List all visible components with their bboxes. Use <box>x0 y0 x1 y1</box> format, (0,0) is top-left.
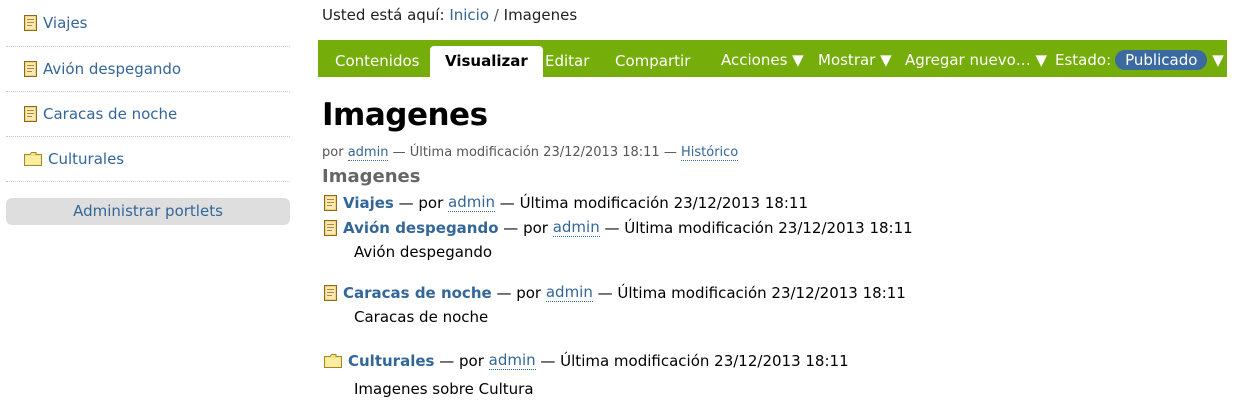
history-link[interactable]: Histórico <box>680 145 739 161</box>
item-description: Imagenes sobre Cultura <box>354 380 534 398</box>
sidebar-item-label: Avión despegando <box>43 60 182 78</box>
item-title-link[interactable]: Culturales <box>348 352 434 370</box>
item-author-link[interactable]: admin <box>488 351 536 370</box>
item-modified: — Última modificación 23/12/2013 18:11 <box>599 218 913 237</box>
sidebar: Viajes Avión despegando Caracas de noche… <box>6 0 290 225</box>
tab-editar[interactable]: Editar <box>530 46 604 77</box>
byline-by: por <box>322 145 344 160</box>
page-icon <box>24 15 37 31</box>
add-new-menu[interactable]: Agregar nuevo… ▼ <box>905 46 1047 74</box>
folder-icon <box>24 152 42 166</box>
item-separator: — por <box>491 283 546 302</box>
breadcrumb-prefix: Usted está aquí: <box>322 6 445 24</box>
page-title: Imagenes <box>322 97 488 133</box>
item-author-link[interactable]: admin <box>545 283 593 302</box>
item-description: Avión despegando <box>354 243 493 261</box>
sidebar-item-avion-despegando[interactable]: Avión despegando <box>6 47 290 92</box>
breadcrumb-home-link[interactable]: Inicio <box>449 6 489 24</box>
breadcrumb-separator: / <box>493 6 499 24</box>
item-author-link[interactable]: admin <box>448 193 496 212</box>
item-modified: — Última modificación 23/12/2013 18:11 <box>495 193 809 212</box>
list-item: Caracas de noche — por admin — Última mo… <box>324 283 906 302</box>
tab-contenidos[interactable]: Contenidos <box>320 46 434 77</box>
manage-portlets-button[interactable]: Administrar portlets <box>6 198 290 225</box>
display-menu[interactable]: Mostrar ▼ <box>818 46 892 74</box>
item-modified: — Última modificación 23/12/2013 18:11 <box>592 283 906 302</box>
sidebar-item-caracas-de-noche[interactable]: Caracas de noche <box>6 92 290 137</box>
page-icon <box>324 194 337 211</box>
edit-toolbar: Contenidos Visualizar Editar Compartir A… <box>318 40 1227 77</box>
list-item: Culturales — por admin — Última modifica… <box>324 351 849 370</box>
state-arrow-icon: ▼ <box>1212 51 1224 69</box>
list-item: Viajes — por admin — Última modificación… <box>324 193 808 212</box>
page-icon <box>324 219 337 236</box>
item-title-link[interactable]: Avión despegando <box>343 219 499 237</box>
state-label: Estado: <box>1055 51 1112 69</box>
sidebar-item-label: Viajes <box>43 14 88 32</box>
item-description: Caracas de noche <box>354 308 489 326</box>
tab-visualizar[interactable]: Visualizar <box>430 46 543 77</box>
actions-menu[interactable]: Acciones ▼ <box>721 46 804 74</box>
item-title-link[interactable]: Viajes <box>343 194 394 212</box>
author-link[interactable]: admin <box>347 145 389 161</box>
page-icon <box>324 284 337 301</box>
item-separator: — por <box>434 351 489 370</box>
item-separator: — por <box>498 218 553 237</box>
item-modified: — Última modificación 23/12/2013 18:11 <box>535 351 849 370</box>
sidebar-item-label: Culturales <box>48 150 125 168</box>
state-menu[interactable]: Estado: Publicado ▼ <box>1055 46 1224 74</box>
sidebar-item-culturales[interactable]: Culturales <box>6 137 290 182</box>
document-byline: por admin — Última modificación 23/12/20… <box>322 145 739 161</box>
list-item: Avión despegando — por admin — Última mo… <box>324 218 913 237</box>
page-description: Imagenes <box>322 166 421 187</box>
item-separator: — por <box>393 193 449 212</box>
folder-icon <box>324 353 342 368</box>
breadcrumb: Usted está aquí: Inicio / Imagenes <box>322 6 577 24</box>
page-icon <box>24 61 37 77</box>
sidebar-item-viajes[interactable]: Viajes <box>6 0 290 47</box>
tab-compartir[interactable]: Compartir <box>600 46 705 77</box>
page-icon <box>24 106 37 122</box>
breadcrumb-current: Imagenes <box>503 6 578 24</box>
sidebar-item-label: Caracas de noche <box>43 105 178 123</box>
status-badge: Publicado <box>1115 50 1208 70</box>
item-author-link[interactable]: admin <box>552 218 600 237</box>
byline-modified: — Última modificación 23/12/2013 18:11 — <box>392 145 677 160</box>
item-title-link[interactable]: Caracas de noche <box>343 284 492 302</box>
